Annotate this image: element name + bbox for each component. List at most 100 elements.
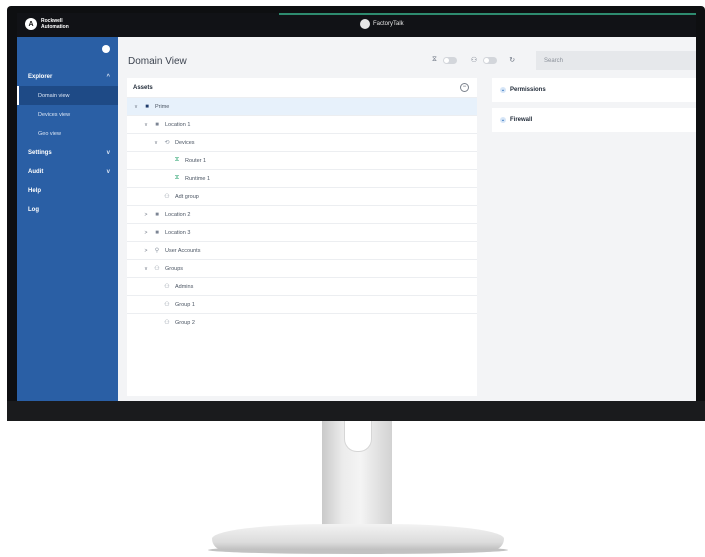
devices-icon: ⟲ (164, 140, 170, 146)
details-panel: ⌄ Permissions ⌄ Firewall (492, 78, 696, 138)
sidebar-item-geo-view[interactable]: Geo view (17, 124, 118, 143)
chevron-down-icon[interactable]: v (143, 266, 149, 272)
sidebar-item-log[interactable]: Log (17, 200, 118, 219)
tree-row[interactable]: ⚇ Admins (127, 277, 477, 295)
tree-row[interactable]: ⚇ Group 2 (127, 313, 477, 331)
folder-dark-icon: ■ (145, 103, 149, 110)
chevron-up-icon[interactable]: ^ (106, 74, 110, 80)
tree-row[interactable]: v ⚇ Groups (127, 259, 477, 277)
group-icon: ⚇ (154, 266, 160, 272)
chevron-down-icon[interactable]: v (107, 150, 110, 156)
sidebar-nav: Explorer ^ Domain view Devices view Geo view… (17, 67, 118, 219)
sidebar-item-label: Log (28, 206, 39, 213)
tree-item-label: Group 2 (175, 319, 195, 326)
group-toggle[interactable] (483, 56, 498, 64)
folder-icon: ■ (155, 229, 159, 236)
tree-item-label: Admins (175, 283, 194, 290)
refresh-icon[interactable]: ↻ (509, 56, 515, 64)
group-icon: ⚇ (164, 284, 170, 290)
stand-cable-hole (344, 421, 372, 452)
tree-row[interactable]: ⧖ Router 1 (127, 151, 477, 169)
chevron-right-icon[interactable]: > (143, 248, 149, 254)
tree-row[interactable]: ⧖ Runtime 1 (127, 169, 477, 187)
sidebar-item-label: Explorer (28, 73, 53, 80)
assets-title: Assets (133, 84, 153, 91)
app-screen: A Rockwell Automation FactoryTalk Explor… (17, 13, 696, 401)
toolbar: ⧖ ⚇ ↻ (432, 56, 515, 64)
sidebar-item-label: Audit (28, 168, 44, 175)
tree-item-label: Group 1 (175, 301, 195, 308)
chevron-down-icon[interactable]: ⌄ (500, 117, 506, 123)
sidebar: Explorer ^ Domain view Devices view Geo view… (17, 37, 118, 401)
tree-item-label: Groups (165, 265, 184, 272)
group-icon: ⚇ (164, 194, 170, 200)
company-logo-icon: A (25, 18, 37, 30)
group-icon: ⚇ (164, 302, 170, 308)
sidebar-item-domain-view[interactable]: Domain view (17, 86, 118, 105)
sidebar-item-explorer[interactable]: Explorer ^ (17, 67, 118, 86)
chevron-right-icon[interactable]: > (143, 212, 149, 218)
tree-row[interactable]: > ■ Location 2 (127, 205, 477, 223)
tree-item-label: User Accounts (165, 247, 201, 254)
company-logo[interactable]: A Rockwell Automation (25, 18, 69, 30)
router-filter-icon[interactable]: ⧖ (432, 56, 437, 64)
chevron-down-icon[interactable]: v (143, 122, 149, 128)
folder-icon: ■ (155, 121, 159, 128)
assets-header: Assets − (127, 78, 477, 97)
tree-row[interactable]: v ⟲ Devices (127, 133, 477, 151)
tree-item-label: Location 1 (165, 121, 191, 128)
tree-item-label: Runtime 1 (185, 175, 211, 182)
sidebar-item-audit[interactable]: Audit v (17, 162, 118, 181)
router-icon: ⧖ (174, 175, 180, 181)
panel-title: Firewall (510, 117, 533, 123)
sidebar-item-label: Domain view (38, 92, 70, 99)
sidebar-item-label: Settings (28, 149, 52, 156)
chevron-down-icon[interactable]: v (133, 104, 139, 110)
tree-row[interactable]: > ■ Location 3 (127, 223, 477, 241)
assets-panel: Assets − v ■ Prime v ■ Location 1 v ⟲ Devices ⧖ Ro… (127, 78, 477, 396)
chevron-down-icon[interactable]: v (153, 140, 159, 146)
tree-item-label: Adt group (175, 193, 199, 200)
tree-item-label: Devices (175, 139, 195, 146)
group-icon: ⚇ (164, 320, 170, 326)
asset-tree: v ■ Prime v ■ Location 1 v ⟲ Devices ⧖ Router 1 ⧖ Ru… (127, 97, 477, 331)
tree-row[interactable]: v ■ Location 1 (127, 115, 477, 133)
sidebar-item-help[interactable]: Help (17, 181, 118, 200)
user-icon: ⚲ (154, 248, 160, 254)
folder-icon: ■ (155, 211, 159, 218)
sidebar-item-devices-view[interactable]: Devices view (17, 105, 118, 124)
chevron-down-icon[interactable]: v (107, 169, 110, 175)
collapse-all-icon[interactable]: − (460, 83, 469, 92)
sidebar-item-settings[interactable]: Settings v (17, 143, 118, 162)
tree-row[interactable]: ⚇ Adt group (127, 187, 477, 205)
top-accent-stripe (279, 13, 696, 15)
panel-permissions[interactable]: ⌄ Permissions (492, 78, 696, 102)
router-icon: ⧖ (174, 157, 180, 163)
company-name: Rockwell Automation (41, 18, 69, 30)
tree-item-label: Router 1 (185, 157, 207, 164)
product-name: FactoryTalk (373, 21, 404, 27)
search-input[interactable]: Search (536, 51, 696, 70)
panel-firewall[interactable]: ⌄ Firewall (492, 108, 696, 132)
product-logo-icon (360, 19, 370, 29)
page-title: Domain View (128, 56, 187, 67)
panel-title: Permissions (510, 87, 546, 93)
tree-item-label: Location 3 (165, 229, 191, 236)
chevron-right-icon[interactable]: > (143, 230, 149, 236)
top-bar: A Rockwell Automation FactoryTalk (17, 13, 696, 37)
tree-item-label: Prime (155, 103, 170, 110)
sidebar-item-label: Help (28, 187, 42, 194)
router-toggle[interactable] (442, 56, 457, 64)
collapse-sidebar-button[interactable] (102, 45, 110, 53)
tree-row[interactable]: ⚇ Group 1 (127, 295, 477, 313)
tree-row[interactable]: > ⚲ User Accounts (127, 241, 477, 259)
product-logo: FactoryTalk (360, 19, 404, 29)
tree-row[interactable]: v ■ Prime (127, 97, 477, 115)
chevron-down-icon[interactable]: ⌄ (500, 87, 506, 93)
sidebar-item-label: Geo view (38, 130, 61, 137)
monitor-chin (7, 401, 705, 421)
tree-item-label: Location 2 (165, 211, 191, 218)
monitor-base (212, 524, 504, 550)
sidebar-item-label: Devices view (38, 111, 71, 118)
group-filter-icon[interactable]: ⚇ (471, 56, 477, 64)
